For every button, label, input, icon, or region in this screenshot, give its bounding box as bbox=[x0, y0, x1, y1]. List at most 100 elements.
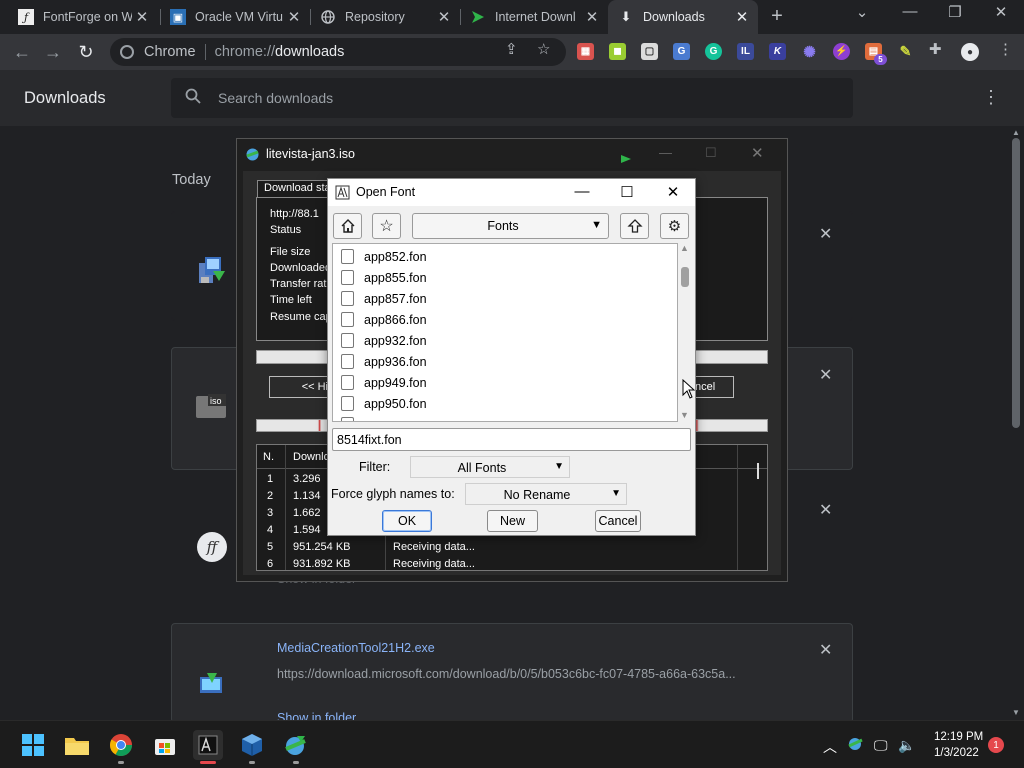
scrollbar-thumb[interactable] bbox=[681, 267, 689, 287]
kebab-menu-icon[interactable]: ⋮ bbox=[998, 40, 1013, 58]
list-item[interactable]: app866.fon bbox=[333, 309, 673, 330]
table-scroll-thumb[interactable] bbox=[757, 463, 759, 479]
close-icon[interactable]: ✕ bbox=[732, 8, 752, 26]
extension-icon[interactable]: IL bbox=[737, 43, 754, 60]
checkbox[interactable] bbox=[341, 312, 354, 327]
scrollbar-thumb[interactable] bbox=[1012, 138, 1020, 428]
idm-tray-icon[interactable] bbox=[848, 735, 864, 754]
tab-download-status[interactable]: Download status bbox=[257, 180, 329, 197]
new-tab-button[interactable]: + bbox=[767, 6, 787, 26]
volume-icon[interactable]: 🔈 bbox=[898, 737, 915, 754]
font-file-list[interactable]: app852.fon app855.fon app857.fon app866.… bbox=[332, 243, 678, 422]
idm-taskbar-icon[interactable] bbox=[281, 730, 311, 760]
tab-internet-download-manager[interactable]: Internet Downl ✕ bbox=[460, 0, 608, 34]
parent-directory-button[interactable] bbox=[620, 213, 649, 239]
checkbox[interactable] bbox=[341, 333, 354, 348]
extension-icon[interactable]: ✺ bbox=[801, 43, 818, 61]
location-dropdown[interactable]: Fonts ▼ bbox=[412, 213, 609, 239]
minimize-icon[interactable]: — bbox=[659, 145, 672, 160]
download-source-url[interactable]: https://download.microsoft.com/download/… bbox=[277, 667, 736, 681]
more-actions-icon[interactable]: ⋮ bbox=[982, 87, 1000, 108]
scroll-down-arrow[interactable]: ▼ bbox=[1012, 708, 1020, 717]
fontforge-taskbar-icon[interactable] bbox=[193, 730, 223, 760]
file-explorer-icon[interactable] bbox=[62, 730, 92, 760]
checkbox[interactable] bbox=[341, 270, 354, 285]
close-icon[interactable]: ✕ bbox=[582, 8, 602, 26]
extension-icon[interactable]: ▦ bbox=[577, 43, 594, 60]
puzzle-icon[interactable]: ✚ bbox=[929, 40, 942, 58]
scroll-down-arrow[interactable]: ▼ bbox=[680, 410, 689, 420]
translate-extension-icon[interactable]: G bbox=[673, 43, 690, 60]
list-item[interactable]: app855.fon bbox=[333, 267, 673, 288]
clock-date[interactable]: 1/3/2022 bbox=[934, 747, 979, 759]
address-bar[interactable]: Chrome chrome://downloads bbox=[110, 38, 566, 66]
remove-download-icon[interactable]: ✕ bbox=[819, 365, 832, 385]
list-item[interactable]: app857.fon bbox=[333, 288, 673, 309]
scroll-up-arrow[interactable]: ▲ bbox=[1012, 128, 1020, 137]
tab-virtualbox[interactable]: ▣ Oracle VM Virtu ✕ bbox=[160, 0, 310, 34]
tab-fontforge[interactable]: ƒ FontForge on W ✕ bbox=[8, 0, 158, 34]
minimize-icon[interactable]: — bbox=[898, 3, 922, 20]
forward-icon[interactable]: → bbox=[43, 42, 63, 62]
idm-titlebar[interactable]: litevista-jan3.iso — ☐ ✕ bbox=[237, 139, 787, 170]
checkbox[interactable] bbox=[341, 417, 354, 421]
settings-button[interactable]: ⚙ bbox=[660, 213, 689, 239]
checkbox[interactable] bbox=[341, 249, 354, 264]
highlighter-extension-icon[interactable]: ✎ bbox=[897, 43, 914, 60]
page-scrollbar[interactable]: ▲ ▼ bbox=[1008, 126, 1024, 720]
list-item[interactable]: app936.fon bbox=[333, 351, 673, 372]
tab-repository[interactable]: Repository ✕ bbox=[310, 0, 460, 34]
start-button[interactable] bbox=[18, 730, 48, 760]
network-icon[interactable]: 🖵 bbox=[874, 737, 888, 754]
virtualbox-taskbar-icon[interactable] bbox=[237, 730, 267, 760]
remove-download-icon[interactable]: ✕ bbox=[819, 500, 832, 520]
minimize-icon[interactable]: — bbox=[570, 183, 594, 200]
new-button[interactable]: New bbox=[487, 510, 538, 532]
close-icon[interactable]: ✕ bbox=[434, 8, 454, 26]
extension-icon[interactable]: ⚡ bbox=[833, 43, 850, 60]
filename-input[interactable]: 8514fixt.fon bbox=[332, 428, 691, 451]
bookmarks-button[interactable]: ☆ bbox=[372, 213, 401, 239]
close-icon[interactable]: ✕ bbox=[284, 8, 304, 26]
extension-icon[interactable]: K bbox=[769, 43, 786, 60]
cancel-download-button[interactable]: ncel bbox=[692, 376, 734, 398]
close-icon[interactable]: ✕ bbox=[751, 144, 764, 162]
close-window-icon[interactable]: ✕ bbox=[989, 3, 1013, 21]
filter-dropdown[interactable]: All Fonts ▼ bbox=[410, 456, 570, 478]
bookmark-star-icon[interactable]: ☆ bbox=[537, 40, 550, 58]
remove-download-icon[interactable]: ✕ bbox=[819, 224, 832, 244]
back-icon[interactable]: ← bbox=[12, 42, 32, 62]
home-button[interactable] bbox=[333, 213, 362, 239]
checkbox[interactable] bbox=[341, 354, 354, 369]
clock-time[interactable]: 12:19 PM bbox=[934, 731, 983, 743]
download-filename-link[interactable]: MediaCreationTool21H2.exe bbox=[277, 641, 435, 655]
checkbox[interactable] bbox=[341, 396, 354, 411]
close-icon[interactable]: ✕ bbox=[132, 8, 152, 26]
ok-button[interactable]: OK bbox=[382, 510, 432, 532]
chevron-up-icon[interactable]: ︿ bbox=[823, 737, 837, 757]
profile-icon[interactable]: ● bbox=[961, 43, 979, 61]
extension-icon[interactable]: ◼ bbox=[609, 43, 626, 60]
microsoft-store-icon[interactable] bbox=[150, 730, 180, 760]
tab-downloads[interactable]: ⬇ Downloads ✕ bbox=[608, 0, 758, 34]
open-font-titlebar[interactable]: Open Font — ☐ ✕ bbox=[328, 179, 695, 206]
search-downloads-field[interactable]: Search downloads bbox=[171, 78, 853, 118]
checkbox[interactable] bbox=[341, 375, 354, 390]
list-item[interactable]: app932.fon bbox=[333, 330, 673, 351]
grammarly-icon[interactable]: G bbox=[705, 43, 722, 60]
remove-download-icon[interactable]: ✕ bbox=[819, 640, 832, 660]
chrome-taskbar-icon[interactable] bbox=[106, 730, 136, 760]
list-item-partial[interactable] bbox=[333, 414, 673, 421]
restore-icon[interactable]: ❐ bbox=[943, 3, 967, 21]
notification-badge[interactable]: 1 bbox=[988, 737, 1004, 753]
list-item[interactable]: app950.fon bbox=[333, 393, 673, 414]
share-icon[interactable]: ⇪ bbox=[505, 40, 518, 58]
maximize-icon[interactable]: ☐ bbox=[705, 145, 717, 161]
list-item[interactable]: app852.fon bbox=[333, 246, 673, 267]
tab-search-icon[interactable]: ⌄ bbox=[850, 3, 874, 21]
scroll-up-arrow[interactable]: ▲ bbox=[680, 243, 689, 253]
glyph-names-dropdown[interactable]: No Rename ▼ bbox=[465, 483, 627, 505]
checkbox[interactable] bbox=[341, 291, 354, 306]
list-item[interactable]: app949.fon bbox=[333, 372, 673, 393]
extension-icon[interactable]: ▢ bbox=[641, 43, 658, 60]
